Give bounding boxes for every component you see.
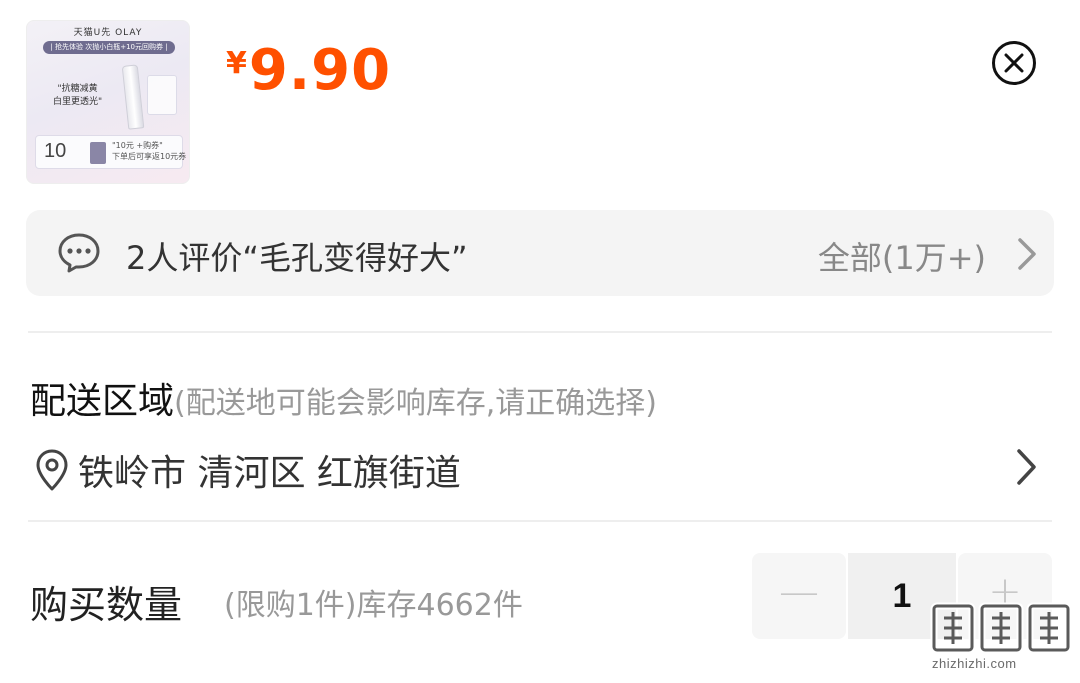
plus-icon: + (988, 569, 1022, 615)
thumbnail-coupon-subtitle: 下单后可享返10元券 (112, 152, 187, 161)
quantity-title: 购买数量 (30, 583, 183, 627)
thumbnail-product-tube (121, 64, 145, 130)
review-highlight-text: 2人评价“毛孔变得好大” (126, 239, 468, 277)
minus-icon: — (779, 569, 819, 615)
review-summary-bar[interactable]: 2人评价“毛孔变得好大” 全部(1万+) (26, 210, 1054, 296)
location-pin-icon (36, 449, 68, 491)
price-currency-symbol: ¥ (226, 46, 247, 81)
price-amount: 9.90 (248, 38, 392, 103)
delivery-hint: (配送地可能会影响库存,请正确选择) (174, 386, 657, 421)
divider (28, 331, 1052, 333)
thumbnail-banner: | 抢先体验 次抛小白瓶+10元回购券 | (43, 41, 175, 54)
thumbnail-brand-text: 天猫U先 OLAY (73, 28, 143, 38)
delivery-title: 配送区域 (30, 381, 175, 422)
thumbnail-slogan-line1: "抗糖减黄 (57, 84, 98, 94)
thumbnail-coupon-value: 10 (44, 140, 67, 162)
close-circle-icon (992, 41, 1036, 85)
thumbnail-slogan: "抗糖减黄 白里更透光" (53, 83, 102, 109)
watermark-url: zhizhizhi.com (932, 656, 1017, 671)
delivery-address-row[interactable]: 铁岭市 清河区 红旗街道 (28, 436, 1052, 500)
product-price: ¥9.90 (226, 38, 391, 103)
delivery-section-title: 配送区域(配送地可能会影响库存,请正确选择) (30, 372, 657, 424)
thumbnail-coupon-tag (90, 142, 106, 164)
delivery-address: 铁岭市 清河区 红旗街道 (78, 453, 461, 494)
quantity-limit-note: (限购1件)库存4662件 (224, 588, 523, 623)
chevron-right-icon (1017, 449, 1036, 485)
divider (28, 520, 1052, 522)
quantity-decrease-button[interactable]: — (752, 553, 846, 639)
thumbnail-product-box (147, 75, 177, 115)
quantity-stepper[interactable]: — 1 + (752, 553, 1052, 639)
close-button[interactable] (991, 40, 1037, 86)
review-all-link[interactable]: 全部(1万+) (818, 233, 986, 279)
thumbnail-coupon-text: "10元 +购券" 下单后可享返10元券 (112, 140, 186, 162)
chevron-right-icon (1018, 238, 1036, 270)
product-thumbnail[interactable]: 天猫U先 OLAY | 抢先体验 次抛小白瓶+10元回购券 | "抗糖减黄 白里… (26, 20, 190, 184)
quantity-value[interactable]: 1 (848, 553, 956, 639)
thumbnail-slogan-line2: 白里更透光" (53, 97, 103, 107)
thumbnail-coupon-title: "10元 +购券" (112, 141, 163, 150)
chat-bubble-icon (58, 233, 100, 273)
quantity-increase-button[interactable]: + (958, 553, 1052, 639)
thumbnail-coupon: 10 "10元 +购券" 下单后可享返10元券 (35, 135, 186, 169)
